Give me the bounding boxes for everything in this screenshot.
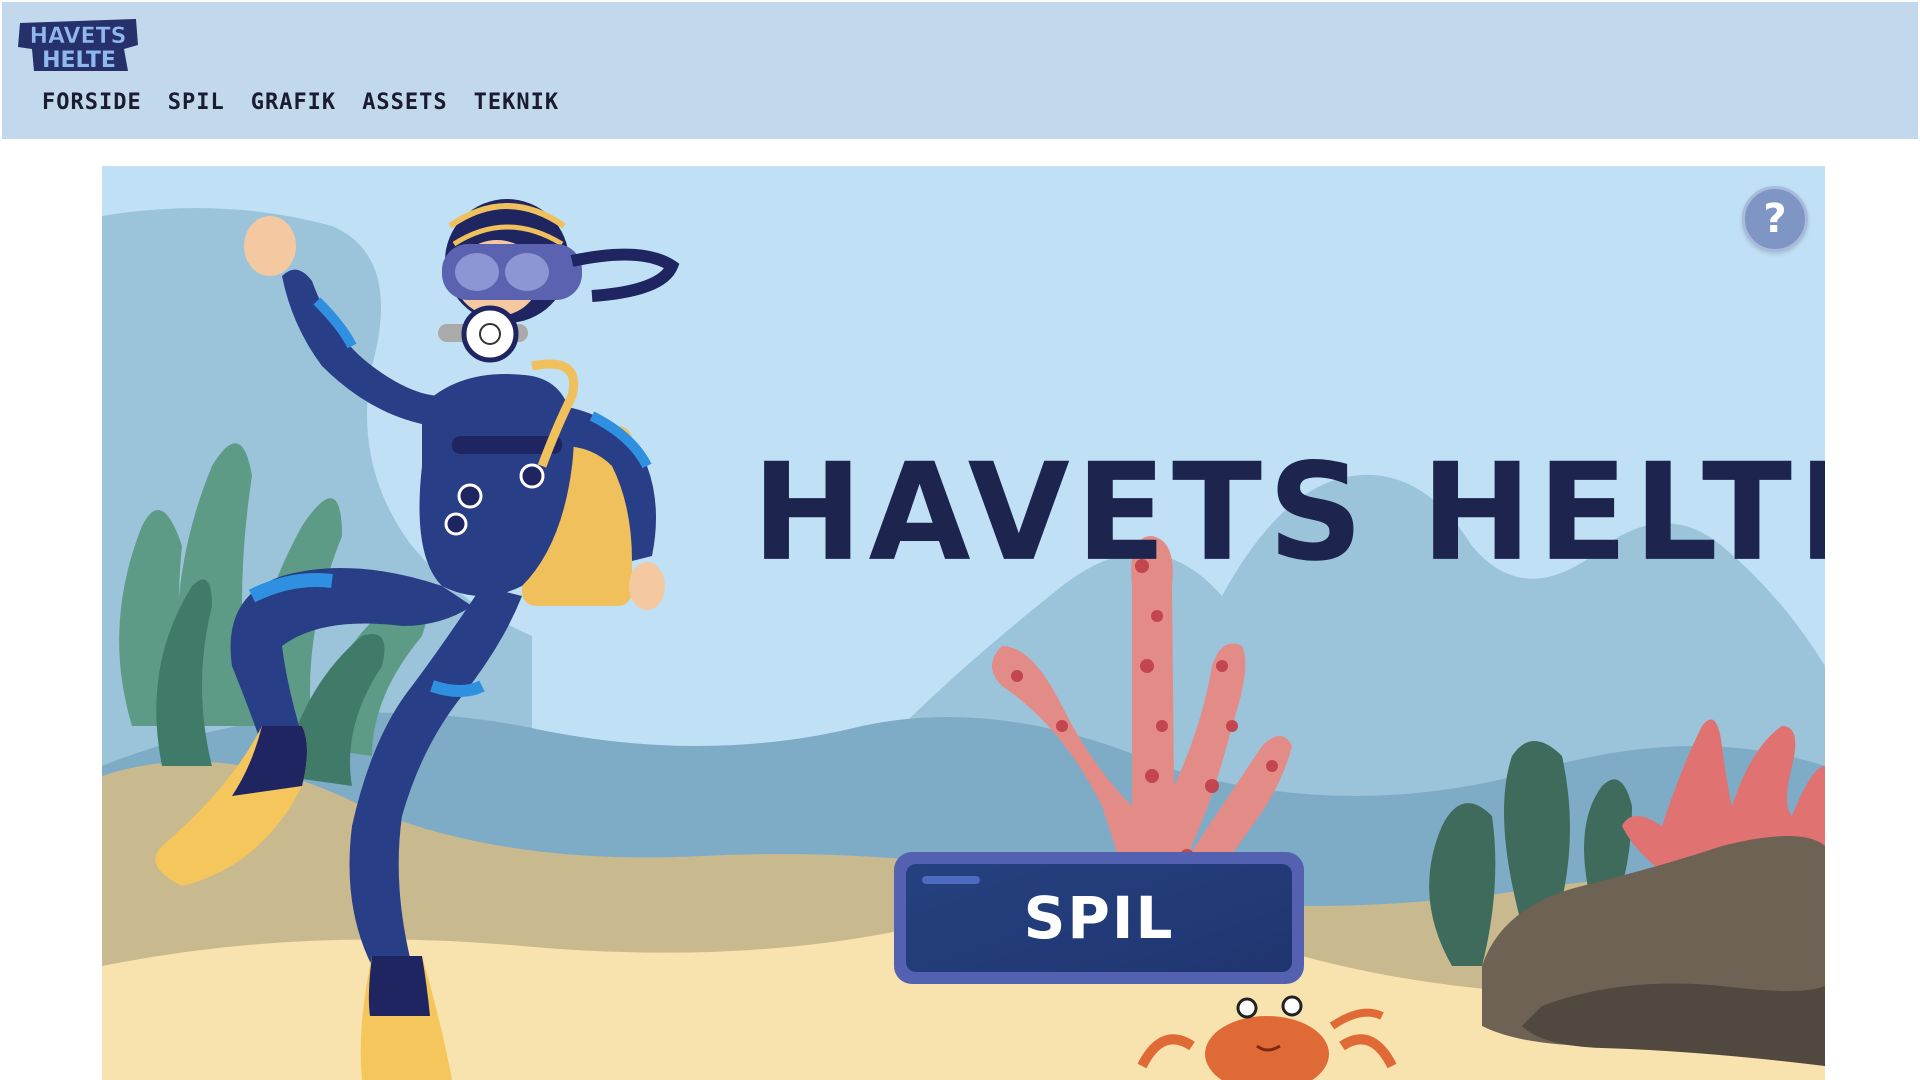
nav-teknik[interactable]: TEKNIK xyxy=(474,90,559,115)
game-canvas[interactable]: HAVETS HELTE SPIL ? xyxy=(102,166,1825,1080)
play-button-label: SPIL xyxy=(1023,884,1175,952)
play-button-face[interactable]: SPIL xyxy=(906,864,1292,972)
nav-grafik[interactable]: GRAFIK xyxy=(251,90,336,115)
help-button[interactable]: ? xyxy=(1742,186,1808,252)
havets-helte-logo[interactable]: HAVETS HELTE xyxy=(16,17,142,73)
help-icon: ? xyxy=(1763,196,1787,242)
nav-assets[interactable]: ASSETS xyxy=(362,90,447,115)
game-title: HAVETS HELTE xyxy=(752,434,1825,592)
logo-text-line2: HELTE xyxy=(42,48,116,73)
nav-forside[interactable]: FORSIDE xyxy=(42,90,142,115)
play-button-shine xyxy=(922,876,980,884)
main-nav: FORSIDE SPIL GRAFIK ASSETS TEKNIK xyxy=(42,90,559,115)
nav-spil[interactable]: SPIL xyxy=(168,90,225,115)
site-header: HAVETS HELTE FORSIDE SPIL GRAFIK ASSETS … xyxy=(2,2,1918,139)
play-button[interactable]: SPIL xyxy=(894,852,1304,984)
logo-text-line1: HAVETS xyxy=(30,24,127,49)
